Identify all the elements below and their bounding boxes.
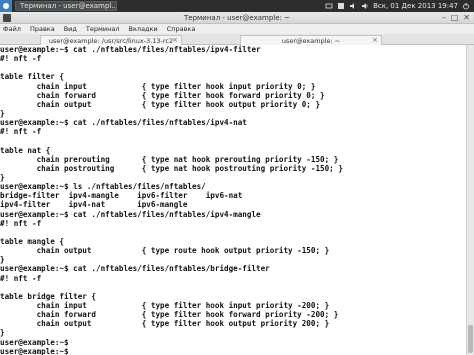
- terminal-line-text: chain prerouting { type nat hook prerout…: [0, 154, 339, 164]
- terminal-line-text: user@example:~$ ls ./nftables/files/nfta…: [0, 182, 206, 192]
- terminal-line-text: user@example:~$: [0, 346, 69, 355]
- terminal-line: chain prerouting { type nat hook prerout…: [0, 155, 466, 164]
- terminal-line-text: table nat {: [0, 145, 51, 155]
- terminal-line-text: chain output { type filter hook output p…: [0, 99, 321, 109]
- terminal-line-text: table mangle {: [0, 236, 65, 246]
- terminal-line: chain forward { type filter hook forward…: [0, 91, 466, 100]
- close-icon[interactable]: ✕: [463, 13, 470, 22]
- terminal-line: table mangle {: [0, 237, 466, 246]
- tab-label: user@example: ~: [281, 36, 341, 45]
- window-titlebar[interactable]: Терминал - user@example: ~ – □ ✕: [0, 12, 474, 24]
- terminal-line: user@example:~$: [0, 347, 466, 355]
- terminal-line-text: #! nft -f: [0, 218, 42, 228]
- terminal-line: user@example:~$ cat ./nftables/files/nft…: [0, 118, 466, 127]
- terminal-line: chain input { type filter hook input pri…: [0, 301, 466, 310]
- terminal-line-text: user@example:~$ cat ./nftables/files/nft…: [0, 209, 261, 219]
- scrollbar-thumb[interactable]: [468, 325, 473, 353]
- network-icon[interactable]: [325, 2, 333, 10]
- menu-terminal[interactable]: Терминал: [86, 25, 120, 33]
- terminal-line: #! nft -f: [0, 274, 466, 283]
- terminal-line: ipv4-filter ipv4-nat ipv6-mangle: [0, 200, 466, 209]
- volume-icon[interactable]: [349, 2, 357, 10]
- terminal-line-text: chain output { type route hook output pr…: [0, 246, 330, 256]
- terminal-line-text: chain forward { type filter hook forward…: [0, 90, 325, 100]
- terminal-line-text: }: [0, 108, 5, 118]
- terminal-line-text: chain output { type filter hook output p…: [0, 319, 330, 329]
- terminal-line: chain forward { type filter hook forward…: [0, 310, 466, 319]
- terminal-line-text: #! nft -f: [0, 54, 42, 64]
- terminal-line: user@example:~$: [0, 338, 466, 347]
- app-menu-icon: [3, 3, 9, 9]
- menu-edit[interactable]: Правка: [30, 25, 55, 33]
- window-app-icon[interactable]: [3, 14, 11, 22]
- terminal-line-text: user@example:~$: [0, 337, 69, 347]
- close-tab-icon[interactable]: ×: [372, 36, 378, 44]
- terminal-line-text: #! nft -f: [0, 273, 42, 283]
- minimize-icon[interactable]: –: [442, 13, 446, 22]
- speaker-icon[interactable]: [361, 2, 369, 10]
- terminal-output[interactable]: user@example:~$ cat ./nftables/files/nft…: [0, 45, 466, 355]
- menubar: Файл Правка Вид Терминал Вкладки Справка: [0, 24, 474, 34]
- terminal-line-text: #! nft -f: [0, 127, 42, 137]
- terminal-line: chain output { type filter hook output p…: [0, 100, 466, 109]
- terminal-line: chain output { type route hook output pr…: [0, 246, 466, 255]
- terminal-line: }: [0, 173, 466, 182]
- tab-label: user@example: /usr/src/linux-3.13-rc2: [48, 36, 174, 45]
- top-panel: Терминал - user@exampl... Вск, 01 Дек 20…: [0, 0, 474, 12]
- tab-bar: user@example: /usr/src/linux-3.13-rc2 × …: [0, 34, 474, 45]
- terminal-line: user@example:~$ cat ./nftables/files/nft…: [0, 210, 466, 219]
- terminal-line: table nat {: [0, 146, 466, 155]
- terminal-line-text: table filter {: [0, 72, 65, 82]
- terminal-line: #! nft -f: [0, 219, 466, 228]
- terminal-line: table filter {: [0, 72, 466, 81]
- keyboard-icon[interactable]: [337, 2, 345, 10]
- terminal-line: }: [0, 328, 466, 337]
- terminal-line-text: bridge-filter ipv4-mangle ipv6-filter ip…: [0, 191, 243, 201]
- terminal-scrollbar[interactable]: [466, 45, 474, 355]
- terminal-line-text: }: [0, 255, 5, 265]
- taskbar-item-terminal[interactable]: Терминал - user@exampl...: [15, 1, 117, 11]
- terminal-line-text: }: [0, 328, 5, 338]
- terminal-line-text: }: [0, 172, 5, 182]
- terminal-line: chain input { type filter hook input pri…: [0, 82, 466, 91]
- menu-help[interactable]: Справка: [167, 25, 196, 33]
- clock[interactable]: Вск, 01 Дек 2013 19:47: [373, 2, 458, 10]
- terminal-line-text: chain forward { type filter hook forward…: [0, 310, 339, 320]
- close-tab-icon[interactable]: ×: [172, 36, 178, 44]
- applications-menu-button[interactable]: [0, 0, 12, 12]
- terminal-line: #! nft -f: [0, 127, 466, 136]
- menu-tabs[interactable]: Вкладки: [129, 25, 158, 33]
- terminal-line-text: ipv4-filter ipv4-nat ipv6-mangle: [0, 200, 188, 210]
- terminal-line: }: [0, 255, 466, 264]
- maximize-icon[interactable]: □: [451, 13, 459, 22]
- terminal-line: table bridge filter {: [0, 292, 466, 301]
- menu-view[interactable]: Вид: [64, 25, 77, 33]
- tab-home[interactable]: user@example: ~ ×: [240, 35, 382, 45]
- terminal-line: user@example:~$ ls ./nftables/files/nfta…: [0, 182, 466, 191]
- terminal-line: user@example:~$ cat ./nftables/files/nft…: [0, 45, 466, 54]
- terminal-line-text: chain input { type filter hook input pri…: [0, 300, 330, 310]
- terminal-line-text: table bridge filter {: [0, 291, 97, 301]
- terminal-line-text: user@example:~$ cat ./nftables/files/nft…: [0, 45, 261, 54]
- terminal-line: }: [0, 109, 466, 118]
- terminal-line: bridge-filter ipv4-mangle ipv6-filter ip…: [0, 191, 466, 200]
- terminal-line: #! nft -f: [0, 54, 466, 63]
- menu-file[interactable]: Файл: [3, 25, 21, 33]
- taskbar-item-label: Терминал - user@exampl...: [20, 2, 117, 10]
- window-title: Терминал - user@example: ~: [183, 13, 291, 22]
- terminal-line: chain postrouting { type nat hook postro…: [0, 164, 466, 173]
- system-tray: Вск, 01 Дек 2013 19:47: [325, 2, 470, 10]
- terminal-line-text: chain postrouting { type nat hook postro…: [0, 163, 343, 173]
- terminal-line: user@example:~$ cat ./nftables/files/nft…: [0, 264, 466, 273]
- terminal-line-text: chain input { type filter hook input pri…: [0, 81, 316, 91]
- terminal-line: chain output { type filter hook output p…: [0, 319, 466, 328]
- terminal-line-text: user@example:~$ cat ./nftables/files/nft…: [0, 264, 270, 274]
- terminal-line-text: user@example:~$ cat ./nftables/files/nft…: [0, 118, 247, 128]
- power-icon[interactable]: [462, 2, 470, 10]
- tab-linux-src[interactable]: user@example: /usr/src/linux-3.13-rc2 ×: [40, 35, 182, 45]
